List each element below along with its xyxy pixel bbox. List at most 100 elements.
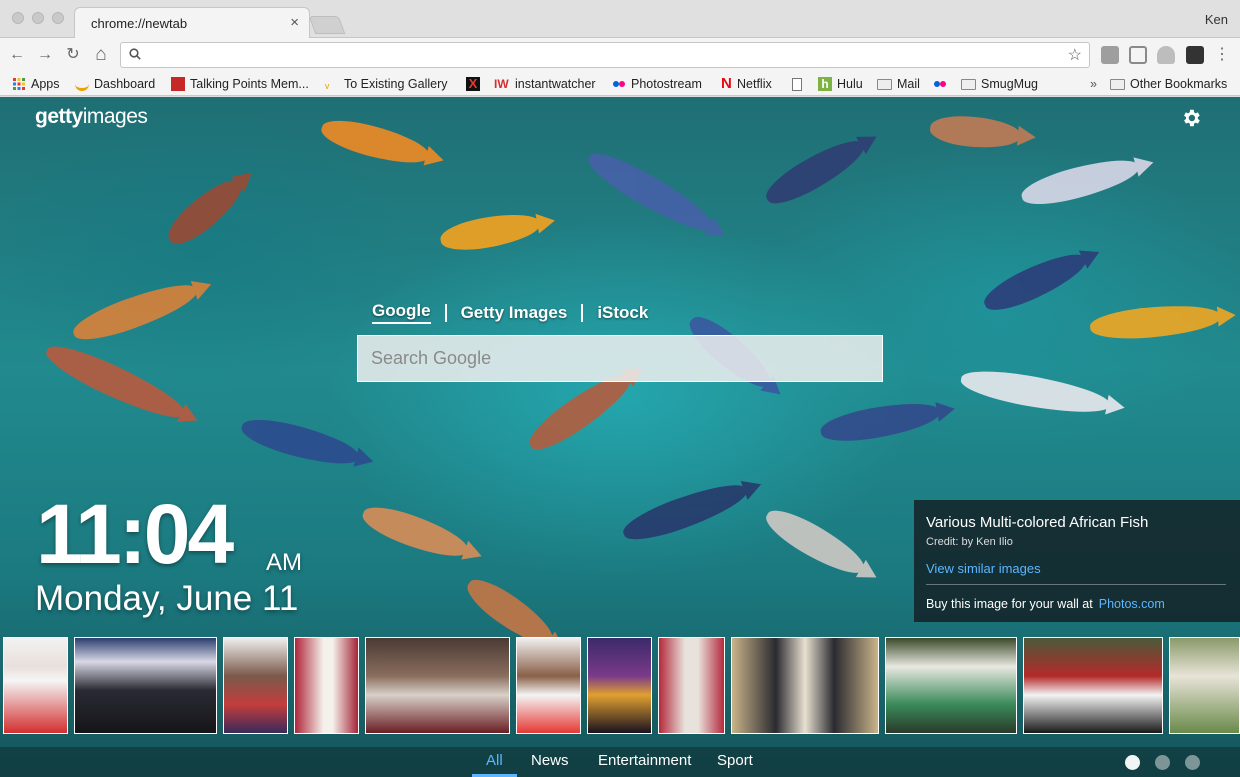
- folder-icon: [877, 78, 892, 90]
- extension-g-icon[interactable]: [1101, 46, 1119, 64]
- bookmark-label: Apps: [31, 77, 60, 91]
- category-news[interactable]: News: [531, 752, 569, 769]
- hulu-icon: h: [818, 77, 832, 91]
- tab-google[interactable]: Google: [372, 301, 431, 324]
- getty-images-logo[interactable]: gettyimages: [35, 105, 148, 129]
- folder-icon: [1110, 78, 1125, 90]
- image-credit: Credit: by Ken Ilio: [926, 536, 1013, 548]
- bookmarks-bar: Apps Dashboard Talking Points Mem... ᵥ T…: [0, 72, 1240, 96]
- thumbnail[interactable]: [516, 637, 581, 734]
- bookmark-dashboard[interactable]: Dashboard: [75, 75, 155, 93]
- profile-name[interactable]: Ken: [1205, 12, 1228, 27]
- buy-image-text: Buy this image for your wall at Photos.co…: [926, 597, 1165, 611]
- netflix-icon: N: [721, 75, 732, 92]
- category-bar: All News Entertainment Sport: [0, 747, 1240, 777]
- clock-date: Monday, June 11: [35, 579, 299, 618]
- tab-title: chrome://newtab: [91, 16, 188, 31]
- bookmark-smugmug[interactable]: SmugMug: [961, 75, 1038, 93]
- thumbnail[interactable]: [1023, 637, 1163, 734]
- bookmark-label: Talking Points Mem...: [190, 77, 309, 91]
- bookmark-label: Dashboard: [94, 77, 156, 91]
- bookmark-x[interactable]: X: [466, 75, 485, 93]
- image-title: Various Multi-colored African Fish: [926, 514, 1149, 531]
- bookmark-hulu[interactable]: h Hulu: [818, 75, 863, 93]
- apps-grid-icon: [13, 78, 25, 90]
- new-tab-page: gettyimages Google Getty Images iStock 1…: [0, 97, 1240, 777]
- bookmark-label: Mail: [897, 77, 920, 91]
- thumbnail[interactable]: [885, 637, 1017, 734]
- pager-dot[interactable]: [1125, 755, 1140, 770]
- chrome-menu-icon[interactable]: ⋮: [1211, 45, 1233, 65]
- category-sport[interactable]: Sport: [717, 752, 753, 769]
- tab-divider: [444, 303, 447, 322]
- forward-icon[interactable]: →: [34, 45, 56, 65]
- browser-toolbar: ← → ↻ ⌂ ☆ ⋮: [0, 38, 1240, 72]
- bookmark-star-icon[interactable]: ☆: [1068, 45, 1082, 65]
- category-entertainment[interactable]: Entertainment: [598, 752, 691, 769]
- cast-icon[interactable]: [1129, 46, 1147, 64]
- view-similar-link[interactable]: View similar images: [926, 561, 1041, 576]
- pager-dot[interactable]: [1155, 755, 1170, 770]
- zoom-window-button[interactable]: [52, 12, 64, 24]
- bookmark-page[interactable]: [792, 75, 807, 93]
- x-icon: X: [466, 77, 480, 91]
- page-icon: [792, 77, 802, 91]
- bookmark-netflix[interactable]: N Netflix: [721, 75, 772, 93]
- thumbnail[interactable]: [587, 637, 652, 734]
- image-info-panel: Various Multi-colored African Fish Credi…: [914, 500, 1240, 622]
- thumbnail[interactable]: [223, 637, 288, 734]
- address-bar[interactable]: ☆: [120, 42, 1090, 68]
- bookmark-photostream[interactable]: Photostream: [612, 75, 702, 93]
- bookmark-label: Netflix: [737, 77, 772, 91]
- gear-icon[interactable]: [1180, 107, 1202, 129]
- bookmark-instantwatcher[interactable]: IW instantwatcher: [494, 75, 596, 93]
- search-engine-tabs: Google Getty Images iStock: [372, 301, 648, 324]
- thumbnail[interactable]: [731, 637, 879, 734]
- tab-close-icon[interactable]: ×: [290, 14, 299, 31]
- bookmark-label: instantwatcher: [515, 77, 596, 91]
- dashboard-icon: [75, 77, 89, 91]
- bookmark-mail[interactable]: Mail: [877, 75, 920, 93]
- new-tab-button[interactable]: [308, 16, 346, 34]
- iw-icon: IW: [494, 77, 509, 91]
- active-tab[interactable]: chrome://newtab ×: [74, 7, 310, 38]
- minimize-window-button[interactable]: [32, 12, 44, 24]
- clock-time: 11:04: [36, 487, 234, 581]
- flickr-icon: [613, 81, 625, 87]
- other-bookmarks[interactable]: Other Bookmarks: [1110, 75, 1227, 93]
- category-all[interactable]: All: [486, 752, 503, 769]
- photos-com-link[interactable]: Photos.com: [1099, 597, 1165, 611]
- cloud-icon[interactable]: [1157, 46, 1175, 64]
- bookmark-label: Hulu: [837, 77, 863, 91]
- bookmark-label: Other Bookmarks: [1130, 77, 1228, 91]
- thumbnail[interactable]: [74, 637, 217, 734]
- home-icon[interactable]: ⌂: [90, 45, 112, 65]
- folder-icon: [961, 78, 976, 90]
- thumbnail[interactable]: [365, 637, 510, 734]
- more-bookmarks-chevron[interactable]: »: [1090, 75, 1097, 93]
- bookmark-existing-gallery[interactable]: ᵥ To Existing Gallery: [325, 75, 448, 93]
- thumbnail[interactable]: [658, 637, 725, 734]
- gallery-icon: ᵥ: [325, 76, 330, 91]
- tab-istock[interactable]: iStock: [597, 303, 648, 323]
- thumbnail[interactable]: [294, 637, 359, 734]
- amazon-extension-icon[interactable]: [1186, 46, 1204, 64]
- info-divider: [926, 584, 1226, 585]
- bookmark-flickr[interactable]: [933, 75, 952, 93]
- image-thumbnail-strip: [0, 637, 1240, 735]
- bookmark-talking-points[interactable]: Talking Points Mem...: [171, 75, 309, 93]
- bookmark-label: To Existing Gallery: [344, 77, 448, 91]
- clock-ampm: AM: [266, 549, 302, 576]
- tab-strip: chrome://newtab × Ken: [0, 0, 1240, 38]
- bookmark-label: Photostream: [631, 77, 702, 91]
- tab-getty-images[interactable]: Getty Images: [461, 303, 568, 323]
- search-input[interactable]: [357, 335, 883, 382]
- bookmark-apps[interactable]: Apps: [12, 75, 60, 93]
- back-icon[interactable]: ←: [6, 45, 28, 65]
- pager-dot[interactable]: [1185, 755, 1200, 770]
- thumbnail[interactable]: [3, 637, 68, 734]
- close-window-button[interactable]: [12, 12, 24, 24]
- reload-icon[interactable]: ↻: [62, 45, 84, 65]
- tpm-icon: [171, 77, 185, 91]
- thumbnail[interactable]: [1169, 637, 1240, 734]
